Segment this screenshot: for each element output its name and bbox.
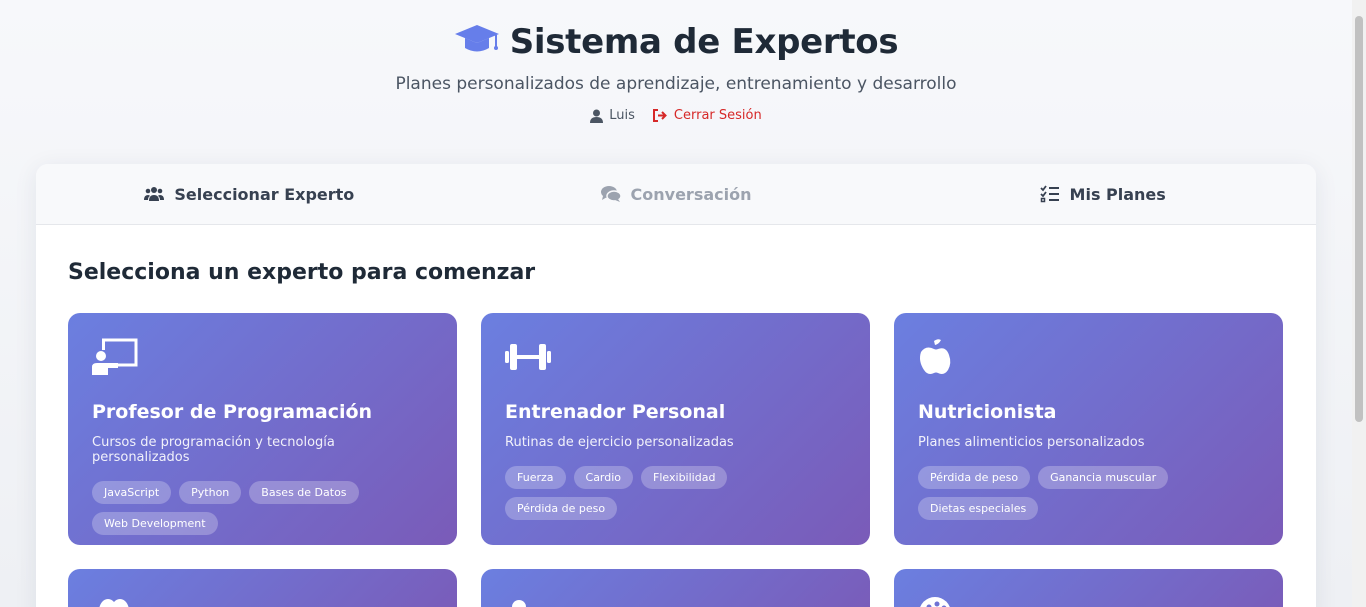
expert-tag: Pérdida de peso — [918, 466, 1031, 489]
expert-name: Profesor de Programación — [92, 401, 373, 423]
expert-tag: Cardio — [573, 466, 634, 489]
logout-button[interactable]: Cerrar Sesión — [652, 108, 762, 123]
expert-tag: Pérdida de peso — [505, 497, 618, 520]
users-icon — [144, 187, 165, 201]
expert-tag: JavaScript — [92, 481, 172, 504]
expert-description: Rutinas de ejercicio personalizadas — [505, 435, 734, 450]
expert-description: Planes alimenticios personalizados — [918, 435, 1145, 450]
expert-name: Entrenador Personal — [505, 401, 726, 423]
expert-card-trainer[interactable]: Entrenador Personal Rutinas de ejercicio… — [481, 313, 870, 545]
expert-card-partial-3[interactable] — [894, 569, 1283, 607]
tab-conversation[interactable]: Conversación — [463, 164, 890, 224]
expert-tag: Web Development — [92, 512, 218, 535]
expert-name: Nutricionista — [918, 401, 1057, 423]
expert-tags: Fuerza Cardio Flexibilidad Pérdida de pe… — [505, 466, 835, 520]
section-title: Selecciona un experto para comenzar — [68, 260, 536, 285]
expert-tag: Dietas especiales — [918, 497, 1039, 520]
expert-card-partial-2[interactable] — [481, 569, 870, 607]
expert-card-partial-1[interactable] — [68, 569, 457, 607]
graduation-cap-icon — [454, 23, 500, 61]
main-panel: Seleccionar Experto Conversación Mis Pla… — [36, 164, 1316, 607]
apple-icon — [918, 339, 964, 381]
tab-my-plans[interactable]: Mis Planes — [889, 164, 1316, 224]
page-header: Sistema de Expertos Planes personalizado… — [0, 0, 1352, 123]
expert-tag: Fuerza — [505, 466, 566, 489]
expert-tags: JavaScript Python Bases de Datos Web Dev… — [92, 481, 422, 535]
dumbbell-icon — [505, 344, 551, 381]
checklist-icon — [1039, 185, 1059, 203]
tab-select-expert[interactable]: Seleccionar Experto — [36, 164, 463, 224]
tab-label: Seleccionar Experto — [174, 184, 355, 204]
page-scrollbar[interactable] — [1352, 0, 1366, 607]
teacher-board-icon — [92, 338, 138, 381]
expert-tag: Ganancia muscular — [1038, 466, 1169, 489]
sign-out-icon — [652, 109, 667, 122]
expert-card-nutritionist[interactable]: Nutricionista Planes alimenticios person… — [894, 313, 1283, 545]
page-subtitle: Planes personalizados de aprendizaje, en… — [395, 74, 957, 94]
expert-card-programming[interactable]: Profesor de Programación Cursos de progr… — [68, 313, 457, 545]
user-info: Luis — [590, 108, 635, 123]
tab-label: Mis Planes — [1069, 184, 1166, 204]
expert-tag: Python — [179, 481, 242, 504]
user-row: Luis Cerrar Sesión — [0, 108, 1352, 123]
expert-tag: Bases de Datos — [249, 481, 359, 504]
scrollbar-thumb[interactable] — [1355, 16, 1363, 422]
title-row: Sistema de Expertos — [0, 22, 1352, 62]
user-icon — [590, 109, 604, 123]
user-name: Luis — [609, 108, 635, 123]
tab-bar: Seleccionar Experto Conversación Mis Pla… — [36, 164, 1316, 225]
comments-icon — [600, 186, 621, 202]
page-title: Sistema de Expertos — [509, 22, 899, 62]
expert-tags: Pérdida de peso Ganancia muscular Dietas… — [918, 466, 1248, 520]
tab-label: Conversación — [630, 184, 752, 204]
expert-tag: Flexibilidad — [641, 466, 728, 489]
expert-description: Cursos de programación y tecnología pers… — [92, 435, 335, 465]
logout-label: Cerrar Sesión — [673, 108, 762, 123]
